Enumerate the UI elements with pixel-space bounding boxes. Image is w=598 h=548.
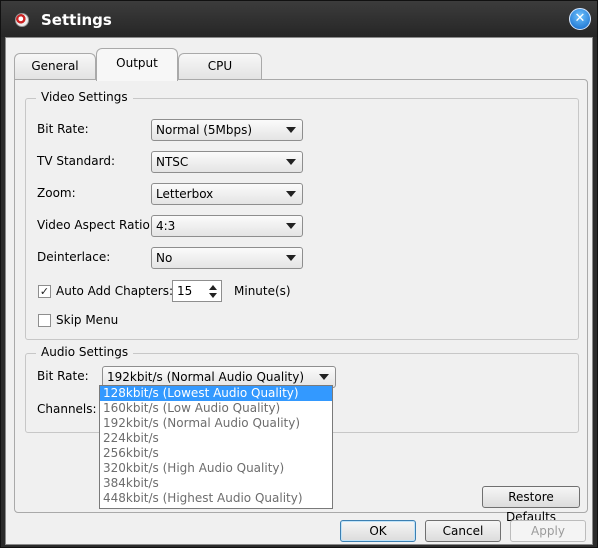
tab-cpu[interactable]: CPU	[178, 53, 262, 80]
cancel-button[interactable]: Cancel	[425, 520, 501, 542]
minutes-unit-label: Minute(s)	[234, 284, 291, 298]
chevron-down-icon	[286, 255, 296, 261]
list-item[interactable]: 448kbit/s (Highest Audio Quality)	[100, 491, 332, 506]
aspect-ratio-value: 4:3	[156, 219, 176, 233]
chevron-down-icon	[286, 223, 296, 229]
deinterlace-select[interactable]: No	[151, 247, 303, 269]
list-item[interactable]: 224kbit/s	[100, 431, 332, 446]
stepper-down-icon[interactable]	[209, 293, 217, 298]
close-icon: ✕	[574, 11, 586, 26]
settings-window: Settings ✕ General Output CPU Video Sett…	[0, 0, 598, 548]
list-item[interactable]: 192kbit/s (Normal Audio Quality)	[100, 416, 332, 431]
ok-button[interactable]: OK	[340, 520, 416, 542]
audio-bit-rate-dropdown-list: 128kbit/s (Lowest Audio Quality) 160kbit…	[99, 385, 333, 509]
tv-standard-label: TV Standard:	[37, 154, 115, 168]
tv-standard-select[interactable]: NTSC	[151, 151, 303, 173]
aspect-ratio-label: Video Aspect Ratio:	[37, 218, 154, 232]
audio-bit-rate-value: 192kbit/s (Normal Audio Quality)	[107, 370, 305, 384]
disc-app-icon	[15, 13, 29, 27]
close-button[interactable]: ✕	[569, 8, 591, 30]
list-item[interactable]: 128kbit/s (Lowest Audio Quality)	[100, 386, 332, 401]
auto-add-chapters-checkbox[interactable]: ✓	[38, 285, 51, 298]
skip-menu-label: Skip Menu	[56, 313, 119, 327]
chapter-minutes-value: 15	[177, 284, 193, 298]
list-item[interactable]: 160kbit/s (Low Audio Quality)	[100, 401, 332, 416]
tab-general[interactable]: General	[14, 53, 96, 80]
auto-add-chapters-label: Auto Add Chapters:	[56, 284, 173, 298]
video-settings-group: Video Settings Bit Rate: Normal (5Mbps) …	[25, 90, 579, 340]
title-bar[interactable]: Settings ✕	[1, 1, 597, 37]
list-item[interactable]: 320kbit/s (High Audio Quality)	[100, 461, 332, 476]
restore-defaults-button[interactable]: Restore Defaults	[482, 486, 580, 524]
chevron-down-icon	[286, 127, 296, 133]
chevron-down-icon	[286, 159, 296, 165]
chapter-minutes-stepper[interactable]: 15	[172, 280, 222, 302]
deinterlace-label: Deinterlace:	[37, 250, 111, 264]
video-bit-rate-select[interactable]: Normal (5Mbps)	[151, 119, 303, 141]
list-item[interactable]: 384kbit/s	[100, 476, 332, 491]
channels-label: Channels:	[37, 402, 97, 416]
video-bit-rate-label: Bit Rate:	[37, 122, 89, 136]
aspect-ratio-select[interactable]: 4:3	[151, 215, 303, 237]
zoom-select[interactable]: Letterbox	[151, 183, 303, 205]
audio-settings-title: Audio Settings	[36, 345, 134, 359]
zoom-value: Letterbox	[156, 187, 214, 201]
skip-menu-checkbox[interactable]	[38, 314, 51, 327]
list-item[interactable]: 256kbit/s	[100, 446, 332, 461]
tab-output[interactable]: Output	[96, 48, 178, 81]
video-bit-rate-value: Normal (5Mbps)	[156, 123, 253, 137]
video-settings-title: Video Settings	[36, 90, 133, 104]
stepper-up-icon[interactable]	[209, 285, 217, 290]
zoom-label: Zoom:	[37, 186, 76, 200]
deinterlace-value: No	[156, 251, 173, 265]
apply-button[interactable]: Apply	[510, 520, 586, 542]
audio-bit-rate-label: Bit Rate:	[37, 369, 89, 383]
chevron-down-icon	[286, 191, 296, 197]
chevron-down-icon	[319, 374, 329, 380]
window-title: Settings	[41, 11, 112, 29]
tv-standard-value: NTSC	[156, 155, 189, 169]
